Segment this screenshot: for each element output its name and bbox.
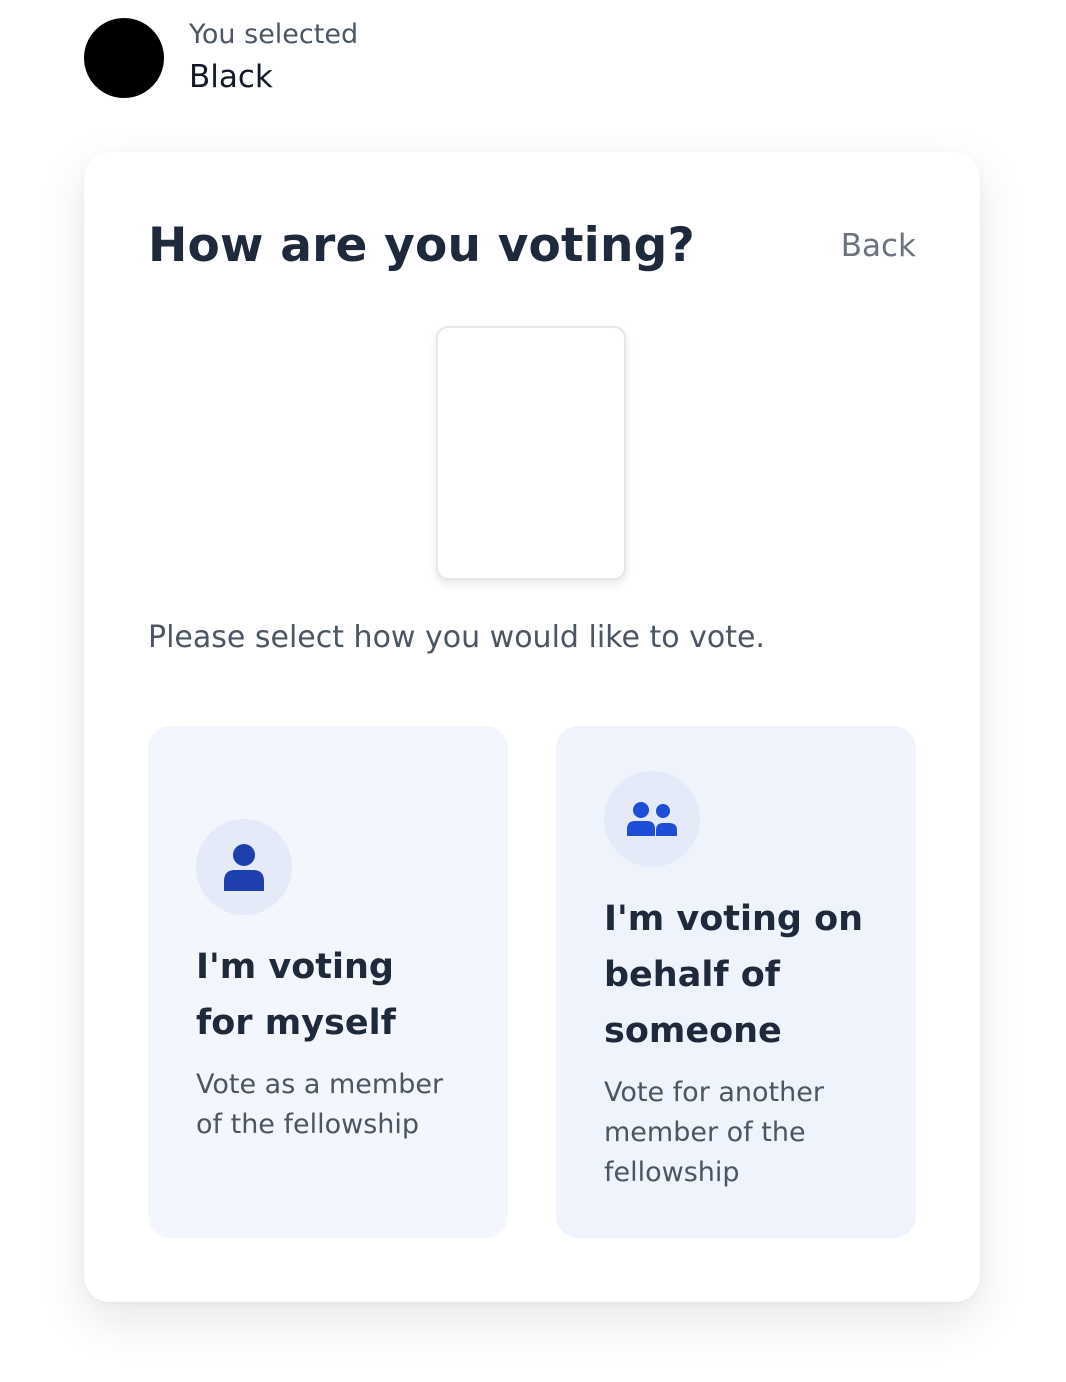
option-description: Vote as a member of the fellowship bbox=[196, 1069, 444, 1140]
option-description: Vote for another member of the fellowshi… bbox=[604, 1077, 824, 1188]
page-title: How are you voting? bbox=[148, 218, 695, 273]
vote-on-behalf-option[interactable]: I'm voting on behalf of someone Vote for… bbox=[556, 726, 916, 1238]
instruction-text: Please select how you would like to vote… bbox=[148, 620, 765, 655]
selection-value: Black bbox=[189, 59, 273, 95]
selection-summary: You selected Black bbox=[84, 18, 358, 98]
voting-card: How are you voting? Back Please select h… bbox=[84, 152, 980, 1302]
option-title: I'm voting on behalf of someone bbox=[604, 899, 864, 1051]
selection-text: You selected Black bbox=[189, 19, 358, 97]
vote-for-myself-option[interactable]: I'm voting for myself Vote as a member o… bbox=[148, 726, 508, 1238]
option-title: I'm voting for myself bbox=[196, 947, 396, 1043]
ballot-preview bbox=[436, 326, 626, 580]
users-icon bbox=[604, 771, 700, 867]
user-icon bbox=[196, 819, 292, 915]
selection-caption: You selected bbox=[189, 19, 359, 50]
back-button[interactable]: Back bbox=[841, 224, 916, 268]
color-swatch bbox=[84, 18, 164, 98]
